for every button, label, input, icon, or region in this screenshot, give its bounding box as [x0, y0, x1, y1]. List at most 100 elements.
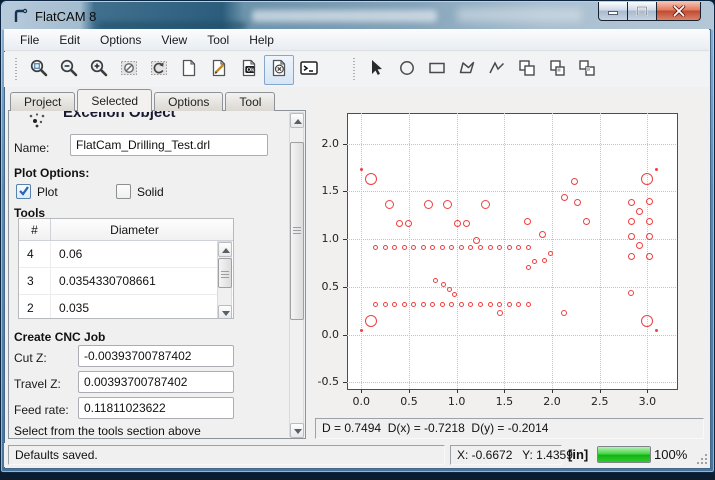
copy-objects-button[interactable]: [512, 55, 542, 85]
circle-tool-icon: [397, 58, 417, 81]
drill-hole: [548, 251, 553, 256]
circle-tool-button[interactable]: [392, 55, 422, 85]
y-tick-label: 2.0: [309, 137, 339, 150]
drill-hole: [443, 200, 452, 209]
table-row[interactable]: 30.0354330708661: [19, 268, 233, 295]
update-geometry-ok-icon: Ok: [239, 58, 259, 81]
cursor-coordinates: X: -0.6672 Y: 1.4359: [450, 445, 562, 465]
drill-hole: [628, 253, 635, 260]
x-tick-label: 2.0: [535, 395, 569, 408]
replot-button[interactable]: [144, 55, 174, 85]
y-tick-label: 0.5: [309, 280, 339, 293]
tools-table[interactable]: # Diameter 40.0630.035433070866120.035: [18, 218, 234, 319]
drill-hole: [481, 200, 490, 209]
move-objects-icon: [547, 58, 567, 81]
y-tick-label: 0.0: [309, 328, 339, 341]
status-message: Defaults saved.: [8, 445, 445, 465]
drill-hole: [360, 168, 363, 171]
cnc-field-input[interactable]: [78, 371, 234, 393]
toolbar-drag-handle[interactable]: [352, 58, 357, 82]
toolbar: Ok: [4, 52, 709, 87]
duplicate-objects-button[interactable]: [572, 55, 602, 85]
tab-project[interactable]: Project: [10, 92, 75, 111]
update-geometry-ok-button[interactable]: Ok: [234, 55, 264, 85]
minimize-button[interactable]: [598, 2, 628, 21]
duplicate-objects-icon: [577, 58, 597, 81]
panel-scrollbar[interactable]: [289, 112, 304, 437]
drill-hole: [424, 200, 433, 209]
new-blank-geometry-button[interactable]: [174, 55, 204, 85]
drill-hole: [526, 245, 531, 250]
checkbox-box: [16, 184, 31, 199]
tool-number-cell: 4: [19, 241, 51, 267]
name-input[interactable]: [70, 134, 268, 156]
x-tick: [552, 389, 553, 393]
flatcam-logo-icon: [12, 7, 30, 25]
panel-title-clipped: Excellon Object: [63, 111, 263, 123]
menu-view[interactable]: View: [151, 31, 197, 49]
x-tick: [361, 389, 362, 393]
zoom-fit-button[interactable]: [24, 55, 54, 85]
shell-button[interactable]: [294, 55, 324, 85]
progress-percent: 100%: [654, 447, 687, 462]
titlebar-glass-smudge: [252, 10, 437, 22]
clear-plot-button[interactable]: [114, 55, 144, 85]
zoom-out-button[interactable]: [54, 55, 84, 85]
y-tick: [343, 191, 347, 192]
drill-hole: [447, 287, 452, 292]
drill-hole: [646, 253, 653, 260]
resize-grip[interactable]: [697, 454, 707, 464]
maximize-button[interactable]: [628, 2, 656, 21]
cancel-edit-button[interactable]: [264, 55, 294, 85]
drill-hole: [526, 265, 531, 270]
title-bar[interactable]: FlatCAM 8: [2, 2, 713, 30]
close-button[interactable]: [656, 2, 701, 21]
cnc-field-input[interactable]: [78, 397, 234, 419]
edit-geometry-button[interactable]: [204, 55, 234, 85]
x-tick-label: 2.5: [583, 395, 617, 408]
select-tool-button[interactable]: [362, 55, 392, 85]
menu-edit[interactable]: Edit: [49, 31, 90, 49]
shell-icon: [299, 58, 319, 81]
path-tool-button[interactable]: [482, 55, 512, 85]
gridline: [347, 287, 676, 288]
x-tick-label: 1.5: [487, 395, 521, 408]
toolbar-drag-handle[interactable]: [14, 58, 19, 82]
gridline: [409, 113, 410, 388]
x-tick-label: 0.5: [392, 395, 426, 408]
cnc-field-input[interactable]: [78, 345, 234, 367]
checkbox-label: Solid: [137, 185, 164, 199]
solid-checkbox[interactable]: Solid: [116, 184, 164, 199]
tab-tool[interactable]: Tool: [225, 92, 275, 111]
move-objects-button[interactable]: [542, 55, 572, 85]
select-tool-icon: [367, 58, 387, 81]
drill-hole: [646, 233, 653, 240]
menu-tool[interactable]: Tool: [197, 31, 239, 49]
gridline: [600, 113, 601, 388]
table-row[interactable]: 20.035: [19, 295, 233, 319]
rectangle-tool-button[interactable]: [422, 55, 452, 85]
new-blank-geometry-icon: [179, 58, 199, 81]
units-indicator: [in]: [568, 447, 588, 462]
tab-selected[interactable]: Selected: [77, 89, 152, 112]
plot-canvas[interactable]: 0.00.51.01.52.02.53.0-0.50.00.51.01.52.0: [315, 95, 704, 413]
table-row[interactable]: 40.06: [19, 241, 233, 268]
menu-help[interactable]: Help: [239, 31, 284, 49]
copy-objects-icon: [517, 58, 537, 81]
tab-options[interactable]: Options: [154, 92, 223, 111]
menu-options[interactable]: Options: [90, 31, 151, 49]
zoom-in-icon: [89, 58, 109, 81]
gridline: [347, 335, 676, 336]
excellon-object-icon: [28, 112, 48, 132]
polygon-tool-button[interactable]: [452, 55, 482, 85]
gridline: [347, 191, 676, 192]
plot-checkbox[interactable]: Plot: [16, 184, 58, 199]
zoom-in-button[interactable]: [84, 55, 114, 85]
table-scrollbar[interactable]: [217, 241, 232, 319]
gridline: [552, 113, 553, 388]
drill-hole: [383, 245, 388, 250]
menu-file[interactable]: File: [10, 31, 49, 49]
drill-hole: [365, 173, 377, 185]
replot-icon: [149, 58, 169, 81]
drill-hole: [463, 220, 470, 227]
